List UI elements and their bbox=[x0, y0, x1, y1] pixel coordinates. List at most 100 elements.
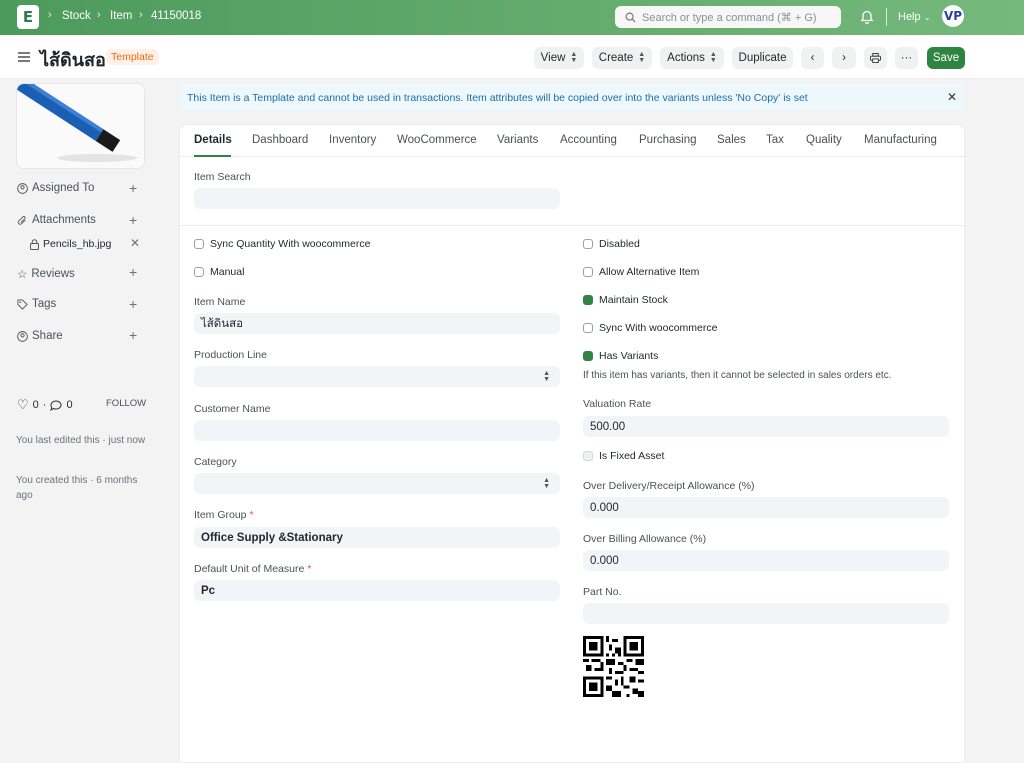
part-no-input[interactable] bbox=[583, 603, 949, 624]
star-icon: ☆ bbox=[17, 269, 28, 281]
view-button[interactable]: View ▲ ▼ bbox=[534, 47, 584, 69]
item-image[interactable] bbox=[16, 83, 145, 169]
category-select[interactable]: ▲ ▼ bbox=[194, 473, 560, 494]
tags: Tags bbox=[17, 298, 56, 310]
breadcrumb-item[interactable]: Item bbox=[110, 10, 132, 22]
has-variants-checkbox[interactable]: Has Variants bbox=[583, 350, 658, 362]
tag-icon bbox=[17, 298, 28, 310]
tab-tax[interactable]: Tax bbox=[766, 134, 784, 146]
section-divider bbox=[180, 225, 966, 226]
previous-button[interactable]: ‹ bbox=[801, 47, 824, 69]
checkbox-disabled bbox=[583, 451, 593, 461]
valuation-rate-input[interactable]: 500.00 bbox=[583, 416, 949, 437]
engagement-stats: ♡ 0 · 0 bbox=[17, 397, 73, 413]
uom-label: Default Unit of Measure * bbox=[194, 563, 312, 575]
updown-icon: ▲ ▼ bbox=[638, 51, 646, 64]
reviews: ☆ Reviews bbox=[17, 268, 75, 281]
dot-separator: · bbox=[42, 399, 47, 411]
avatar[interactable]: VP bbox=[942, 5, 964, 27]
manual-checkbox[interactable]: Manual bbox=[194, 266, 244, 278]
checkbox-box[interactable] bbox=[194, 267, 204, 277]
attachment-file[interactable]: Pencils_hb.jpg bbox=[30, 238, 111, 250]
close-icon[interactable]: ✕ bbox=[947, 90, 957, 104]
sync-quantity-checkbox[interactable]: Sync Quantity With woocommerce bbox=[194, 238, 370, 250]
production-line-select[interactable]: ▲ ▼ bbox=[194, 366, 560, 387]
chevron-right-icon: › bbox=[139, 9, 143, 21]
printer-icon bbox=[870, 53, 881, 63]
last-edited-text: You last edited this · just now bbox=[16, 435, 146, 446]
tab-quality[interactable]: Quality bbox=[806, 134, 842, 146]
next-button[interactable]: › bbox=[832, 47, 856, 69]
item-name-input[interactable]: ไส้ดินสอ bbox=[194, 313, 560, 334]
add-tag-button[interactable]: + bbox=[129, 296, 137, 312]
maintain-stock-checkbox[interactable]: Maintain Stock bbox=[583, 294, 668, 306]
tab-sales[interactable]: Sales bbox=[717, 134, 746, 146]
heart-icon[interactable]: ♡ bbox=[17, 397, 29, 413]
checkbox-box[interactable] bbox=[194, 239, 204, 249]
checkbox-checked[interactable] bbox=[583, 295, 593, 305]
tab-details[interactable]: Details bbox=[194, 134, 232, 146]
select-arrow-icon: ▲ ▼ bbox=[543, 477, 550, 490]
tab-dashboard[interactable]: Dashboard bbox=[252, 134, 308, 146]
chevron-right-icon: › bbox=[97, 9, 101, 21]
disabled-checkbox[interactable]: Disabled bbox=[583, 238, 640, 250]
is-fixed-asset-checkbox[interactable]: Is Fixed Asset bbox=[583, 450, 664, 462]
save-button[interactable]: Save bbox=[927, 47, 965, 69]
item-group-input[interactable]: Office Supply &Stationary bbox=[194, 527, 560, 548]
add-review-button[interactable]: + bbox=[129, 264, 137, 280]
help-menu[interactable]: Help ⌄ bbox=[898, 11, 930, 23]
tab-manufacturing[interactable]: Manufacturing bbox=[864, 134, 937, 146]
more-horizontal-icon: ··· bbox=[900, 52, 913, 64]
production-line-label: Production Line bbox=[194, 349, 267, 361]
over-delivery-input[interactable]: 0.000 bbox=[583, 497, 949, 518]
likes-count: 0 bbox=[32, 399, 39, 411]
add-assignment-button[interactable]: + bbox=[129, 180, 137, 196]
item-group-label: Item Group * bbox=[194, 509, 254, 521]
customer-name-input[interactable] bbox=[194, 420, 560, 441]
alert-message: This Item is a Template and cannot be us… bbox=[187, 91, 808, 104]
over-billing-input[interactable]: 0.000 bbox=[583, 550, 949, 571]
over-delivery-label: Over Delivery/Receipt Allowance (%) bbox=[583, 480, 755, 492]
sync-woocommerce-checkbox[interactable]: Sync With woocommerce bbox=[583, 322, 717, 334]
template-alert: This Item is a Template and cannot be us… bbox=[179, 84, 965, 111]
chevron-down-icon: ⌄ bbox=[923, 13, 931, 22]
create-button[interactable]: Create ▲ ▼ bbox=[592, 47, 652, 69]
search-input[interactable]: Search or type a command (⌘ + G) bbox=[615, 6, 841, 28]
remove-attachment-button[interactable]: ✕ bbox=[130, 236, 140, 250]
comment-icon[interactable] bbox=[50, 400, 62, 411]
uom-input[interactable]: Pc bbox=[194, 580, 560, 601]
checkbox-box[interactable] bbox=[583, 239, 593, 249]
allow-alternative-item-checkbox[interactable]: Allow Alternative Item bbox=[583, 266, 699, 278]
duplicate-button[interactable]: Duplicate bbox=[732, 47, 793, 69]
add-share-button[interactable]: + bbox=[129, 327, 137, 343]
checkbox-box[interactable] bbox=[583, 323, 593, 333]
has-variants-help: If this item has variants, then it canno… bbox=[583, 370, 892, 381]
tab-purchasing[interactable]: Purchasing bbox=[639, 134, 697, 146]
breadcrumb-current[interactable]: 41150018 bbox=[151, 10, 201, 22]
assigned-to[interactable]: Assigned To bbox=[17, 182, 94, 194]
item-form: Details Dashboard Inventory WooCommerce … bbox=[179, 124, 966, 763]
comments-count: 0 bbox=[66, 399, 73, 411]
tab-inventory[interactable]: Inventory bbox=[329, 134, 376, 146]
tab-variants[interactable]: Variants bbox=[497, 134, 538, 146]
paperclip-icon bbox=[17, 215, 26, 225]
item-search-input[interactable] bbox=[194, 188, 560, 209]
follow-button[interactable]: FOLLOW bbox=[106, 398, 146, 409]
hamburger-icon[interactable] bbox=[18, 52, 30, 62]
tab-accounting[interactable]: Accounting bbox=[560, 134, 617, 146]
print-button[interactable] bbox=[864, 47, 887, 69]
bell-icon[interactable] bbox=[860, 9, 874, 24]
search-placeholder: Search or type a command (⌘ + G) bbox=[642, 11, 817, 24]
checkbox-box[interactable] bbox=[583, 267, 593, 277]
breadcrumb-stock[interactable]: Stock bbox=[62, 10, 91, 22]
tab-woocommerce[interactable]: WooCommerce bbox=[397, 134, 477, 146]
more-button[interactable]: ··· bbox=[895, 47, 918, 69]
add-attachment-button[interactable]: + bbox=[129, 212, 137, 228]
app-logo[interactable]: E bbox=[17, 5, 39, 29]
item-search-label: Item Search bbox=[194, 171, 251, 183]
actions-button[interactable]: Actions ▲ ▼ bbox=[660, 47, 724, 69]
page-header: ไส้ดินสอ Template View ▲ ▼ Create ▲ ▼ Action… bbox=[0, 35, 1024, 79]
navbar-divider bbox=[886, 8, 887, 26]
checkbox-checked[interactable] bbox=[583, 351, 593, 361]
valuation-rate-label: Valuation Rate bbox=[583, 398, 652, 410]
